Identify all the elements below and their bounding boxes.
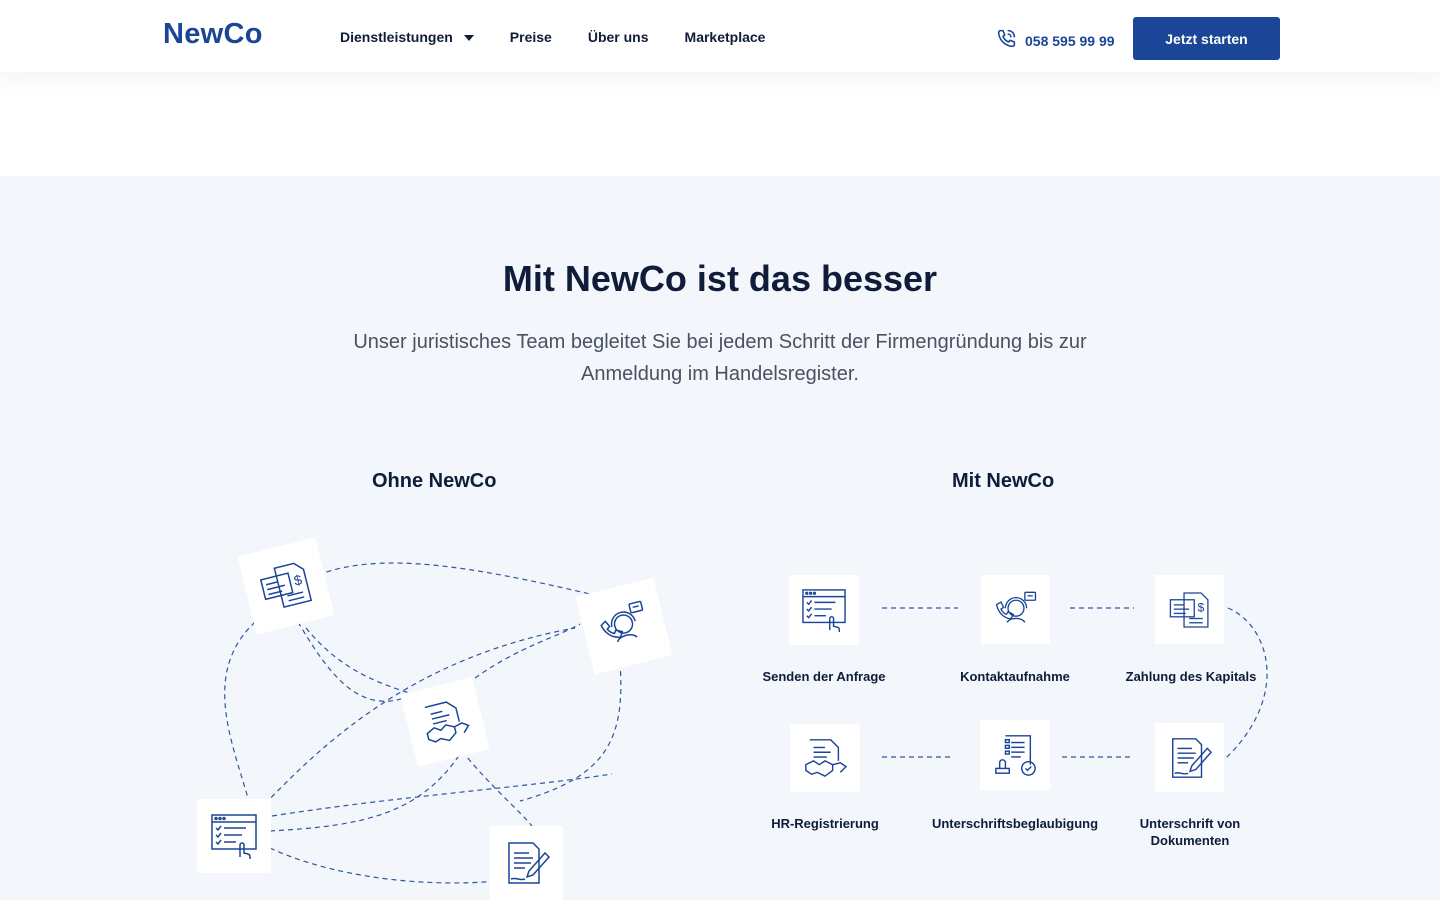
- connector-lines: [224, 562, 1268, 884]
- document-pen-icon: [1167, 735, 1213, 781]
- card-step-payment: $: [1155, 575, 1224, 644]
- card-step-notarization: [980, 720, 1050, 790]
- support-agent-icon: [993, 588, 1039, 632]
- invoice-dollar-icon: $: [254, 556, 318, 616]
- stamp-document-icon: [992, 732, 1038, 778]
- step-label: Senden der Anfrage: [762, 669, 886, 684]
- main-nav: Dienstleistungen Preise Über uns Marketp…: [340, 29, 765, 45]
- form-click-icon: [801, 588, 847, 632]
- nav-item-marketplace[interactable]: Marketplace: [685, 29, 766, 45]
- invoice-dollar-icon: $: [1167, 589, 1213, 631]
- phone-number: 058 595 99 99: [1025, 33, 1115, 49]
- comparison-section: Mit NewCo ist das besser Unser juristisc…: [0, 176, 1440, 900]
- phone-link[interactable]: 058 595 99 99: [996, 28, 1115, 54]
- handshake-document-icon: [416, 694, 474, 750]
- card-signing: [490, 826, 563, 900]
- step-label: Unterschrift von Dokumenten: [1139, 816, 1241, 848]
- step-label: Kontaktaufnahme: [960, 669, 1070, 684]
- site-header: NewCo Dienstleistungen Preise Über uns M…: [0, 0, 1440, 72]
- support-agent-icon: [593, 596, 655, 655]
- nav-item-preise[interactable]: Preise: [510, 29, 552, 45]
- document-pen-icon: [503, 839, 551, 887]
- nav-item-dienstleistungen[interactable]: Dienstleistungen: [340, 29, 474, 45]
- card-step-request: [789, 575, 859, 645]
- phone-icon: [996, 28, 1017, 54]
- card-form: [197, 799, 271, 873]
- card-step-contact: [981, 575, 1050, 644]
- form-click-icon: [210, 813, 258, 859]
- svg-text:$: $: [292, 571, 304, 588]
- step-label: Zahlung des Kapitals: [1125, 669, 1257, 684]
- start-now-button[interactable]: Jetzt starten: [1133, 17, 1280, 60]
- card-step-signature: [1155, 723, 1224, 792]
- step-label: HR-Registrierung: [771, 816, 879, 831]
- step-label: Unterschriftsbeglaubigung: [931, 816, 1099, 831]
- handshake-document-icon: [802, 736, 848, 780]
- logo[interactable]: NewCo: [163, 18, 263, 51]
- card-step-registration: [790, 724, 860, 792]
- svg-text:$: $: [1197, 600, 1204, 614]
- nav-item-ueber-uns[interactable]: Über uns: [588, 29, 649, 45]
- nav-item-label: Dienstleistungen: [340, 29, 453, 45]
- chevron-down-icon: [463, 35, 474, 41]
